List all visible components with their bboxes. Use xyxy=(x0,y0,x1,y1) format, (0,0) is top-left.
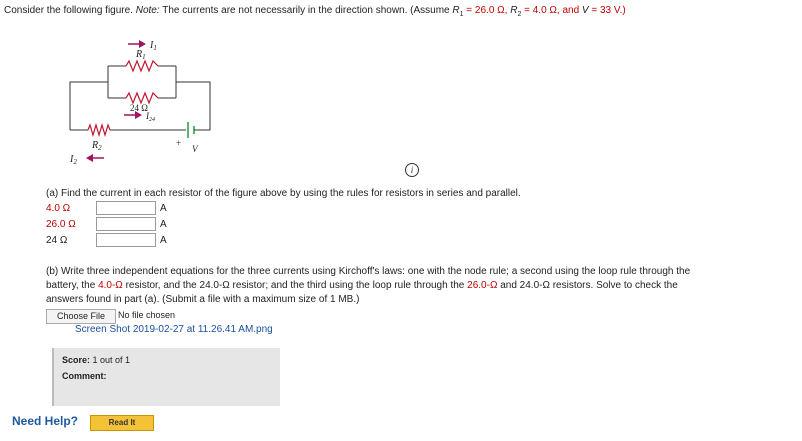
resistor-r1 xyxy=(125,59,159,73)
label-i1: I1 xyxy=(149,40,157,52)
r1-symbol: R xyxy=(452,5,460,16)
arrow-i1-head xyxy=(139,40,146,48)
part-b-line-1: (b) Write three independent equations fo… xyxy=(46,266,691,277)
answer-label-26ohm: 26.0 Ω xyxy=(46,219,76,230)
score-panel: Score: 1 out of 1 Comment: xyxy=(52,348,280,406)
part-b-prompt: (b) Write three independent equations fo… xyxy=(46,265,786,307)
answer-label-4ohm: 4.0 Ω xyxy=(46,203,71,214)
label-i24: I24 xyxy=(145,111,155,123)
label-v: V xyxy=(192,144,199,154)
comment-label: Comment: xyxy=(62,371,107,381)
r2-value: = 4.0 Ω, and xyxy=(521,5,582,16)
part-b-line-3: answers found in part (a). (Submit a fil… xyxy=(46,294,360,305)
answer-input-24ohm[interactable] xyxy=(96,233,156,247)
read-it-button[interactable]: Read It xyxy=(90,415,154,431)
resistor-r2 xyxy=(87,122,111,138)
circuit-diagram: I1 R1 24 Ω I24 R2 I2 + V xyxy=(69,40,211,166)
intro-text-1: Consider the following figure. xyxy=(4,5,136,16)
r1-value: = 26.0 Ω, xyxy=(463,5,511,16)
v-value: = 33 V.) xyxy=(588,5,626,16)
label-plus: + xyxy=(176,138,181,148)
label-r2: R2 xyxy=(91,140,102,152)
answer-input-4ohm[interactable] xyxy=(96,201,156,215)
v-symbol: V xyxy=(581,5,589,16)
unit-amp: A xyxy=(160,203,167,214)
question-intro: Consider the following figure. Note: The… xyxy=(4,4,626,21)
uploaded-file-link[interactable]: Screen Shot 2019-02-27 at 11.26.41 AM.pn… xyxy=(75,324,273,335)
choose-file-button[interactable]: Choose File xyxy=(46,309,116,324)
resistor-24 xyxy=(125,91,159,105)
score-value: 1 out of 1 xyxy=(92,355,131,365)
score-label: Score: xyxy=(62,355,91,365)
note-label: Note: xyxy=(135,5,160,16)
intro-text-2: The currents are not necessarily in the … xyxy=(159,5,453,16)
wire-right-top xyxy=(176,81,211,131)
part-a-prompt: (a) Find the current in each resistor of… xyxy=(46,188,521,199)
no-file-chosen-text: No file chosen xyxy=(118,310,176,320)
score-line: Score: 1 out of 1 xyxy=(62,355,130,365)
arrow-i2-head xyxy=(86,154,93,162)
need-help-label: Need Help? xyxy=(12,414,79,428)
wire-left-top xyxy=(69,81,108,130)
part-b-line-2: battery, the 4.0-Ω resistor, and the 24.… xyxy=(46,280,678,291)
unit-amp: A xyxy=(160,219,167,230)
label-r1: R1 xyxy=(135,49,146,61)
unit-amp: A xyxy=(160,235,167,246)
answer-label-24ohm: 24 Ω xyxy=(46,235,68,246)
answer-input-26ohm[interactable] xyxy=(96,217,156,231)
info-icon[interactable]: i xyxy=(405,163,419,177)
label-i2: I2 xyxy=(69,154,77,166)
